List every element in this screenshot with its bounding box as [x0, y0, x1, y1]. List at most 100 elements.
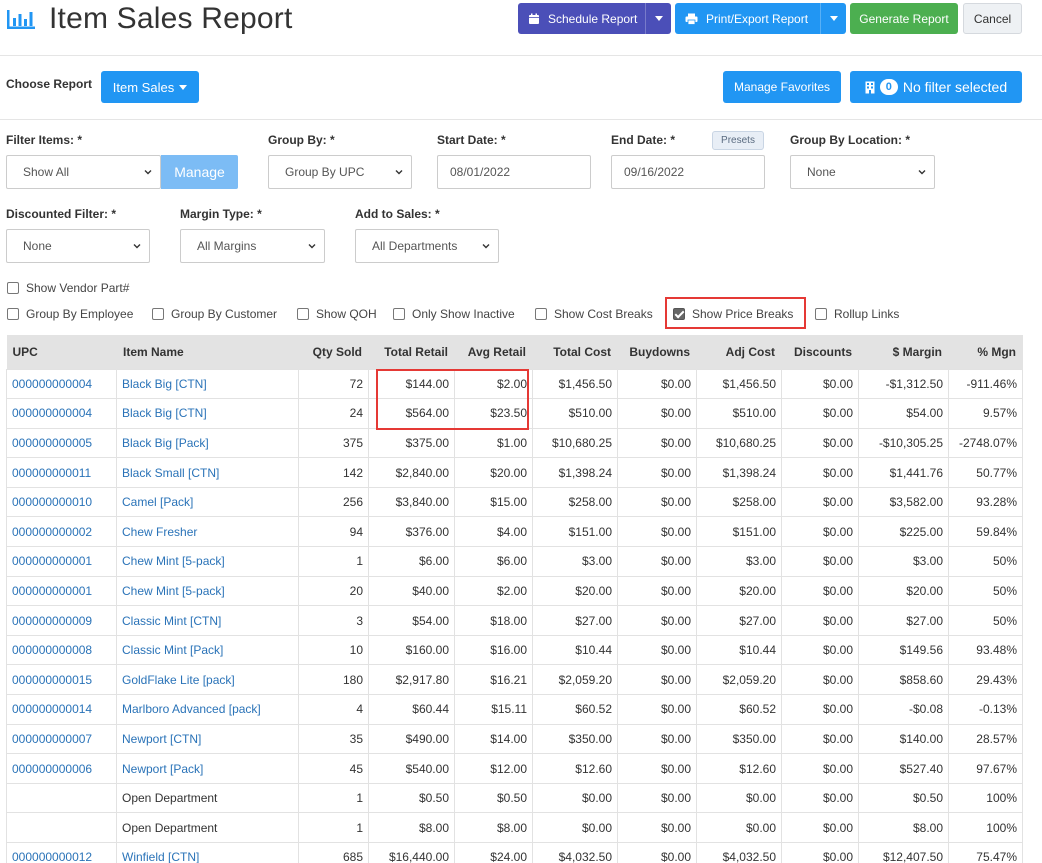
manage-favorites-button[interactable]: Manage Favorites: [723, 71, 841, 103]
discounts-cell: $0.00: [781, 398, 859, 429]
show-qoh-checkbox[interactable]: Show QOH: [297, 307, 377, 321]
table-row: Open Department 1 $8.00 $8.00 $0.00 $0.00 $0.0…: [6, 812, 1023, 843]
item-name-cell[interactable]: Black Big [Pack]: [116, 427, 299, 459]
page-header: Item Sales Report Schedule Report Print/…: [0, 0, 1042, 56]
schedule-report-button[interactable]: Schedule Report: [518, 3, 671, 34]
adj-cost-cell: $10.44: [696, 634, 782, 666]
only-show-inactive-checkbox[interactable]: Only Show Inactive: [393, 307, 515, 321]
show-price-breaks-checkbox[interactable]: Show Price Breaks: [673, 307, 793, 321]
margin-pct-cell: 50%: [948, 605, 1023, 636]
column-header[interactable]: UPC: [6, 335, 117, 369]
item-name-cell[interactable]: Black Big [CTN]: [116, 368, 299, 400]
item-name-cell[interactable]: Black Big [CTN]: [116, 398, 299, 429]
checkbox-label: Group By Customer: [171, 307, 278, 321]
filter-selected-button[interactable]: 0 No filter selected: [850, 71, 1022, 103]
upc-cell[interactable]: 000000000007: [6, 723, 117, 755]
upc-cell[interactable]: 000000000009: [6, 605, 117, 636]
upc-cell[interactable]: 000000000012: [6, 842, 117, 863]
add-to-sales-value: All Departments: [372, 239, 458, 253]
upc-cell[interactable]: 000000000014: [6, 694, 117, 725]
group-by-select[interactable]: Group By UPC: [268, 155, 412, 189]
upc-cell[interactable]: 000000000001: [6, 575, 117, 607]
item-name-cell[interactable]: Camel [Pack]: [116, 486, 299, 518]
print-export-button[interactable]: Print/Export Report: [675, 3, 846, 34]
checkbox-box[interactable]: [7, 308, 19, 320]
margin-type-select[interactable]: All Margins: [180, 229, 325, 263]
column-header[interactable]: Qty Sold: [298, 335, 369, 369]
start-date-input[interactable]: 08/01/2022: [437, 155, 591, 189]
schedule-report-dropdown[interactable]: [645, 3, 671, 34]
item-name-cell[interactable]: GoldFlake Lite [pack]: [116, 664, 299, 696]
item-name-cell[interactable]: Newport [Pack]: [116, 753, 299, 784]
column-header[interactable]: Adj Cost: [696, 335, 782, 369]
upc-cell[interactable]: 000000000006: [6, 753, 117, 784]
print-export-dropdown[interactable]: [820, 3, 846, 34]
discounted-filter-select[interactable]: None: [6, 229, 150, 263]
column-header[interactable]: Avg Retail: [454, 335, 533, 369]
upc-cell[interactable]: 000000000001: [6, 546, 117, 577]
upc-cell[interactable]: 000000000015: [6, 664, 117, 696]
presets-button[interactable]: Presets: [712, 131, 764, 150]
checkbox-box[interactable]: [152, 308, 164, 320]
checkbox-box[interactable]: [815, 308, 827, 320]
show-cost-breaks-checkbox[interactable]: Show Cost Breaks: [535, 307, 653, 321]
manage-filter-button[interactable]: Manage: [161, 155, 238, 189]
column-header[interactable]: Item Name: [116, 335, 299, 369]
column-header[interactable]: $ Margin: [858, 335, 949, 369]
item-name-cell[interactable]: Classic Mint [Pack]: [116, 634, 299, 666]
upc-cell[interactable]: 000000000004: [6, 368, 117, 400]
checkbox-box-checked[interactable]: [673, 308, 685, 320]
qty-sold-cell: 375: [298, 427, 369, 459]
adj-cost-cell: $10,680.25: [696, 427, 782, 459]
show-vendor-part-checkbox[interactable]: Show Vendor Part#: [7, 281, 129, 295]
total-retail-cell: $376.00: [368, 516, 455, 548]
checkbox-box[interactable]: [297, 308, 309, 320]
end-date-label: End Date: *: [611, 133, 676, 147]
item-name-cell[interactable]: Newport [CTN]: [116, 723, 299, 755]
checkbox-box[interactable]: [393, 308, 405, 320]
total-cost-cell: $0.00: [532, 812, 618, 843]
checkbox-box[interactable]: [7, 282, 19, 294]
rollup-links-checkbox[interactable]: Rollup Links: [815, 307, 899, 321]
item-name-cell[interactable]: Black Small [CTN]: [116, 457, 299, 488]
margin-type-label: Margin Type: *: [180, 207, 262, 221]
avg-retail-cell: $8.00: [454, 812, 533, 843]
upc-cell[interactable]: 000000000004: [6, 398, 117, 429]
item-name-cell[interactable]: Chew Mint [5-pack]: [116, 546, 299, 577]
item-name-cell[interactable]: Chew Mint [5-pack]: [116, 575, 299, 607]
column-header[interactable]: Buydowns: [617, 335, 697, 369]
total-retail-cell: $8.00: [368, 812, 455, 843]
upc-cell[interactable]: 000000000010: [6, 486, 117, 518]
column-header[interactable]: Total Cost: [532, 335, 618, 369]
column-header[interactable]: Discounts: [781, 335, 859, 369]
item-name-cell[interactable]: Marlboro Advanced [pack]: [116, 694, 299, 725]
upc-cell[interactable]: 000000000005: [6, 427, 117, 459]
report-type-dropdown[interactable]: Item Sales: [101, 71, 199, 103]
checkbox-box[interactable]: [535, 308, 547, 320]
group-by-customer-checkbox[interactable]: Group By Customer: [152, 307, 277, 321]
table-row: 000000000001 Chew Mint [5-pack] 1 $6.00 $6.0…: [6, 546, 1023, 577]
end-date-input[interactable]: 09/16/2022: [611, 155, 765, 189]
upc-cell[interactable]: 000000000002: [6, 516, 117, 548]
cancel-button[interactable]: Cancel: [963, 3, 1022, 34]
column-header[interactable]: Total Retail: [368, 335, 455, 369]
upc-cell[interactable]: 000000000011: [6, 457, 117, 488]
item-name-cell[interactable]: Classic Mint [CTN]: [116, 605, 299, 636]
total-retail-cell: $375.00: [368, 427, 455, 459]
total-retail-cell: $2,917.80: [368, 664, 455, 696]
table-row: 000000000009 Classic Mint [CTN] 3 $54.00 $18…: [6, 605, 1023, 636]
group-by-employee-checkbox[interactable]: Group By Employee: [7, 307, 133, 321]
filter-items-select[interactable]: Show All: [6, 155, 161, 189]
item-name-cell[interactable]: Winfield [CTN]: [116, 842, 299, 863]
item-name-cell[interactable]: Chew Fresher: [116, 516, 299, 548]
upc-cell[interactable]: 000000000008: [6, 634, 117, 666]
generate-report-button[interactable]: Generate Report: [850, 3, 958, 34]
margin-pct-cell: 75.47%: [948, 842, 1023, 863]
qty-sold-cell: 24: [298, 398, 369, 429]
add-to-sales-select[interactable]: All Departments: [355, 229, 499, 263]
column-header[interactable]: % Mgn: [948, 335, 1023, 369]
total-retail-cell: $490.00: [368, 723, 455, 755]
buydowns-cell: $0.00: [617, 368, 697, 400]
checkbox-label: Only Show Inactive: [412, 307, 515, 321]
group-by-location-select[interactable]: None: [790, 155, 935, 189]
